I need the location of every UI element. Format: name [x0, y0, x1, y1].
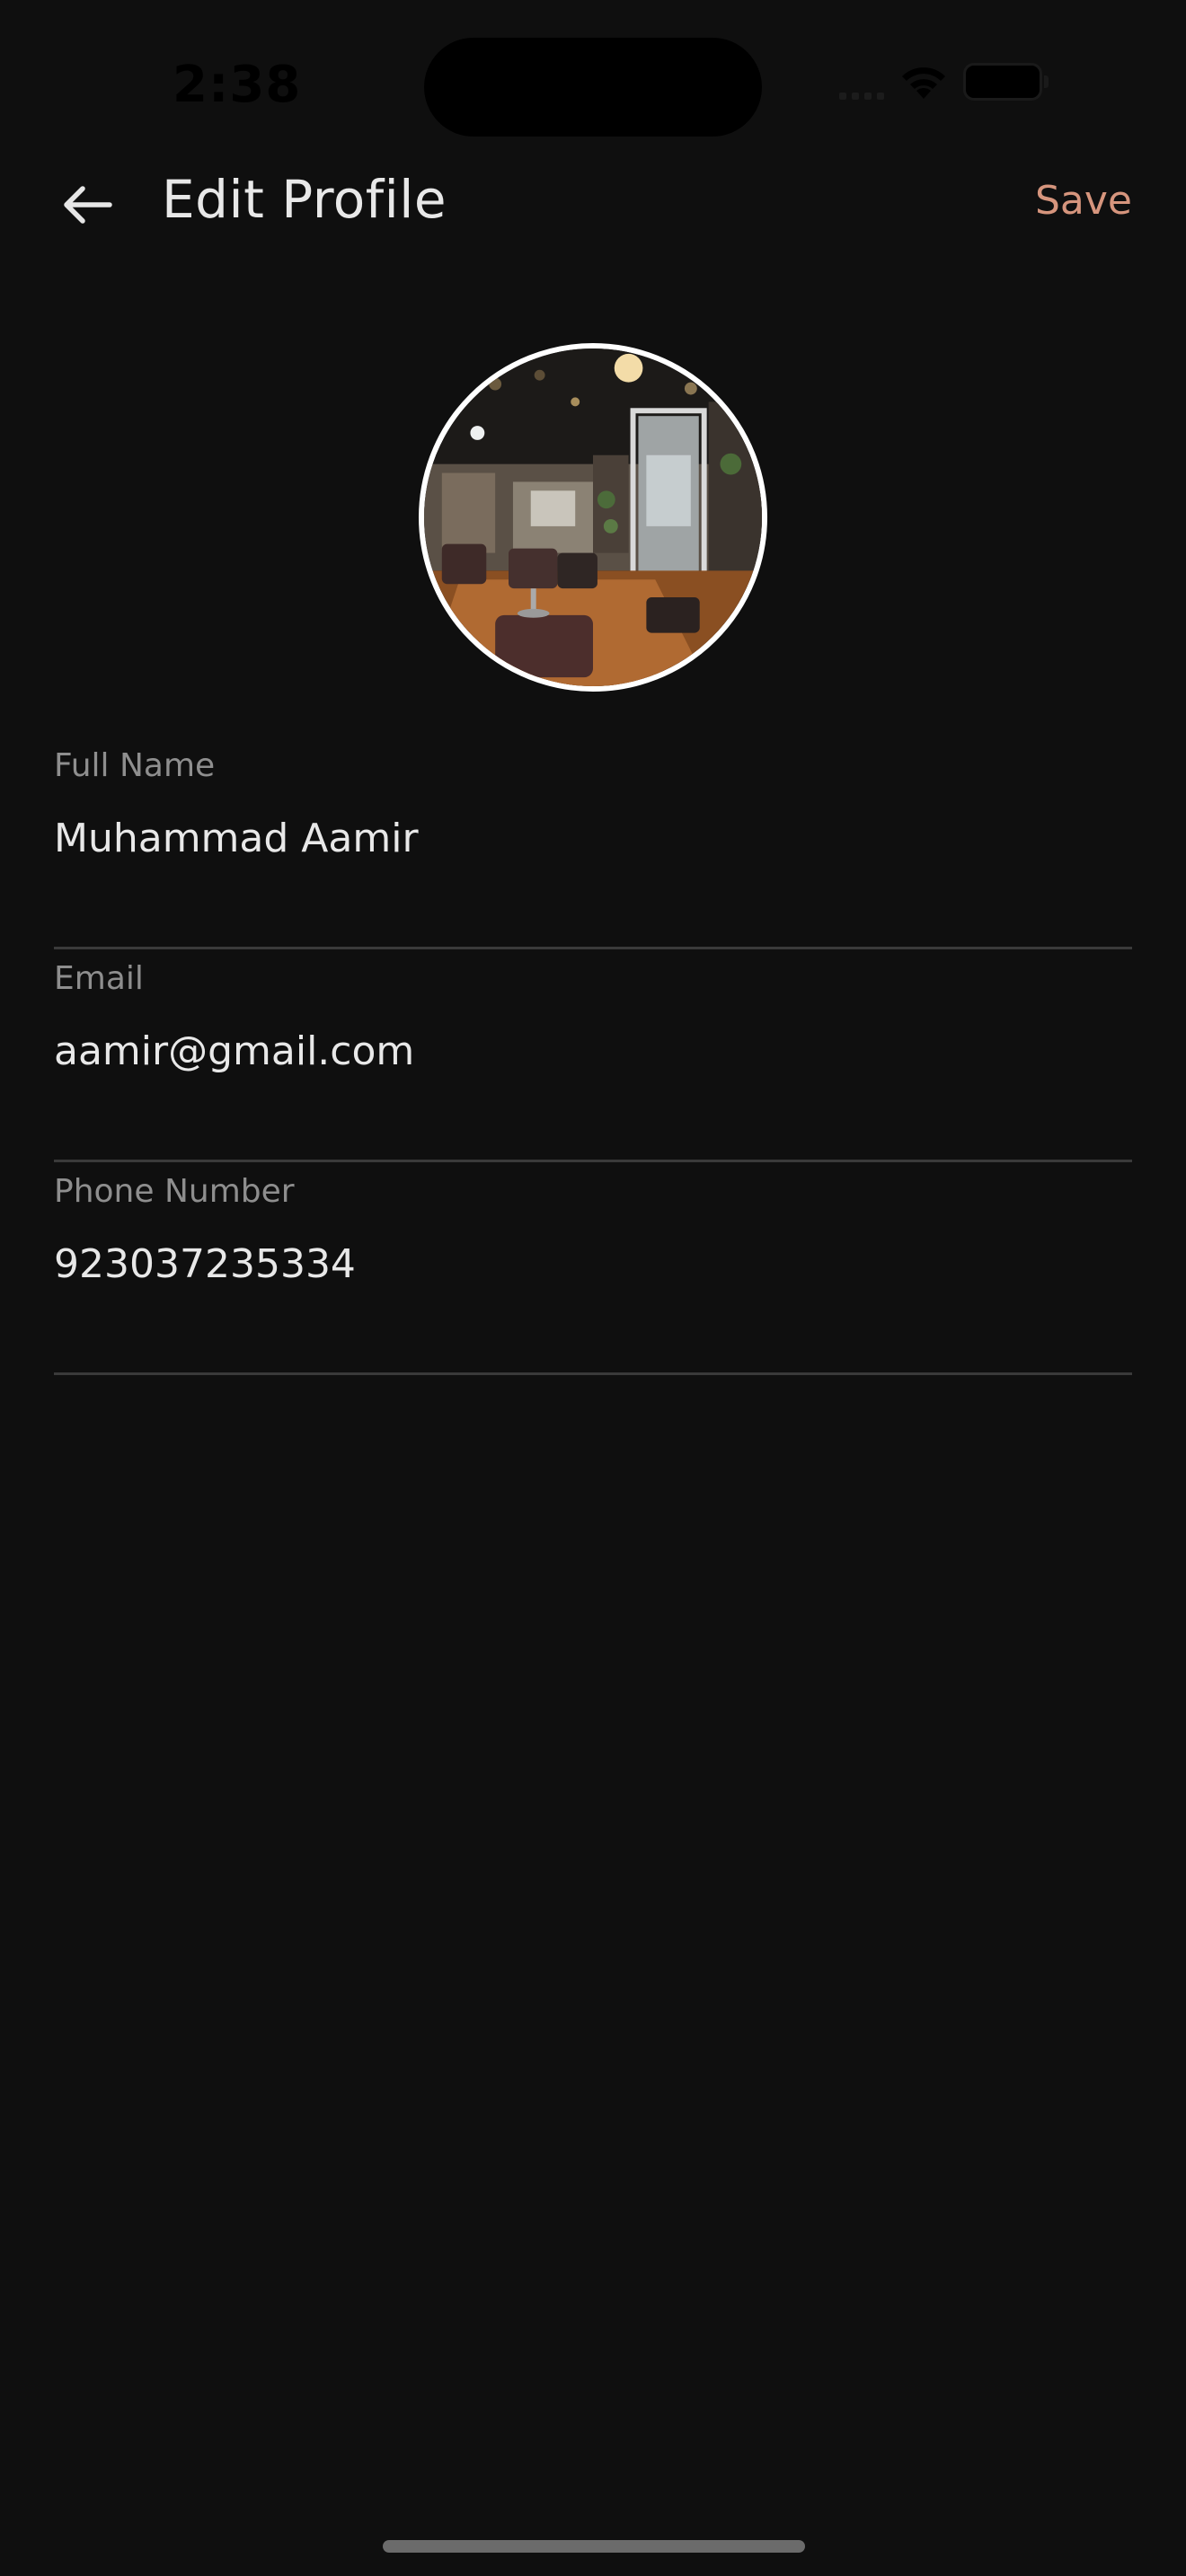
email-field: Email: [54, 949, 1132, 1162]
arrow-left-icon: [64, 186, 112, 224]
save-button[interactable]: Save: [1035, 178, 1132, 224]
full-name-label: Full Name: [54, 747, 216, 784]
status-icons: [839, 63, 1049, 101]
avatar[interactable]: [419, 343, 767, 692]
back-button[interactable]: [54, 172, 119, 237]
phone-field: Phone Number: [54, 1162, 1132, 1375]
salon-photo-image: [424, 348, 762, 686]
full-name-field: Full Name: [54, 737, 1132, 949]
wifi-icon: [898, 63, 949, 101]
page-title: Edit Profile: [162, 169, 447, 230]
header: Edit Profile Save: [0, 153, 1186, 251]
profile-form: Full Name Email Phone Number: [54, 737, 1132, 1375]
cellular-signal-icon: [839, 64, 884, 100]
email-input[interactable]: [54, 1019, 1132, 1082]
full-name-input[interactable]: [54, 807, 1132, 869]
phone-input[interactable]: [54, 1232, 1132, 1295]
battery-icon: [963, 63, 1049, 101]
status-bar: 2:38: [0, 0, 1186, 171]
dynamic-island: [424, 38, 762, 137]
email-label: Email: [54, 960, 144, 997]
status-time: 2:38: [173, 56, 302, 114]
home-indicator[interactable]: [383, 2540, 805, 2553]
phone-label: Phone Number: [54, 1173, 295, 1210]
